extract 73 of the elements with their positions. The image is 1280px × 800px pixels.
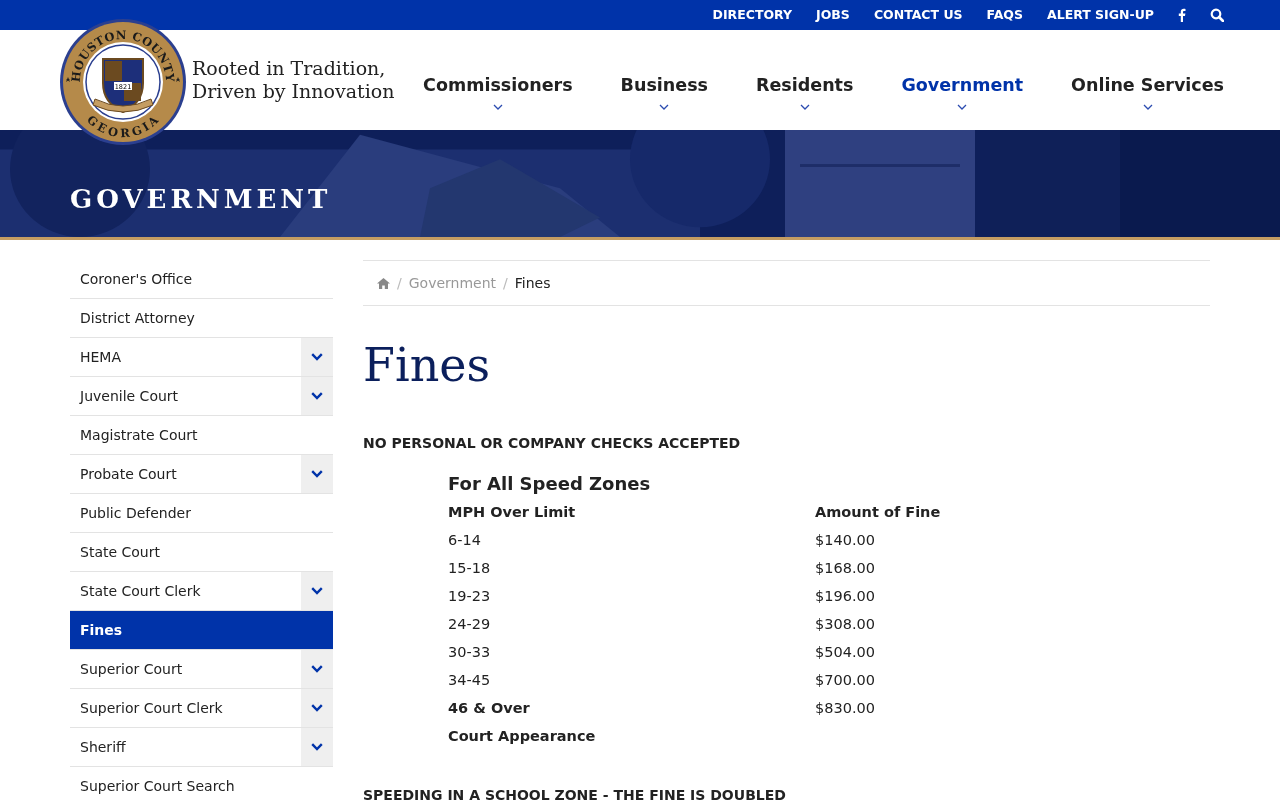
sidebar-item[interactable]: Probate Court [70,455,301,493]
top-link[interactable]: CONTACT US [873,5,963,25]
sidebar-item[interactable]: Superior Court Clerk [70,689,301,727]
column-header: MPH Over Limit [448,503,576,520]
expand-button[interactable] [301,572,333,610]
chevron-down-icon [799,104,810,110]
sidebar-item[interactable]: HEMA [70,338,301,376]
chevron-down-icon [311,353,323,361]
sidebar-item[interactable]: Fines [70,611,333,649]
chevron-down-icon [957,104,968,110]
sidebar-item[interactable]: State Court [70,533,333,571]
tagline-text: Rooted in Tradition, [192,57,387,80]
search-icon[interactable] [1210,8,1224,22]
main-nav-tab[interactable]: Commissioners [423,71,573,110]
main-nav-tab[interactable]: Residents [756,71,854,110]
table-cell: $700.00 [815,671,875,688]
expand-button[interactable] [301,650,333,688]
table-cell: $504.00 [815,643,875,660]
chevron-down-icon [1142,104,1153,110]
column-header: Amount of Fine [815,503,941,520]
chevron-down-icon [311,470,323,478]
top-link[interactable]: ALERT SIGN-UP [1047,5,1154,25]
sidebar-item[interactable]: Public Defender [70,494,333,532]
chevron-down-icon [311,587,323,595]
expand-button[interactable] [301,455,333,493]
tagline-text: Driven by Innovation [192,80,395,103]
expand-button[interactable] [301,377,333,415]
top-link[interactable]: DIRECTORY [712,5,793,25]
table-cell: $168.00 [815,559,875,576]
expand-button[interactable] [301,728,333,766]
sidebar-item[interactable]: Magistrate Court [70,416,333,454]
chevron-down-icon [492,104,503,110]
main-nav-tab[interactable]: Online Services [1071,71,1224,110]
chevron-down-icon [311,743,323,751]
table-cell: 46 & Over [448,699,530,716]
table-cell: 30-33 [448,643,491,660]
page-title: Fines [363,340,492,391]
table-cell: Court Appearance [448,727,596,744]
notice-text: SPEEDING IN A SCHOOL ZONE - THE FINE IS DOUBLED [363,785,787,800]
sidebar-item[interactable]: State Court Clerk [70,572,301,610]
breadcrumb-separator: / [503,273,508,293]
chevron-down-icon [311,392,323,400]
section-title: GOVERNMENT [70,184,332,216]
table-title: For All Speed Zones [448,471,652,496]
table-cell: 15-18 [448,559,491,576]
breadcrumb-separator: / [397,273,402,293]
top-link[interactable]: FAQS [986,5,1023,25]
sidebar-item[interactable]: Superior Court Search [70,767,333,800]
sidebar-item[interactable]: Superior Court [70,650,301,688]
expand-button[interactable] [301,338,333,376]
sidebar-item[interactable]: District Attorney [70,299,333,337]
sidebar-item[interactable]: Sheriff [70,728,301,766]
table-cell: $196.00 [815,587,875,604]
table-cell: $140.00 [815,531,875,548]
table-cell: 19-23 [448,587,491,604]
chevron-down-icon [311,704,323,712]
chevron-down-icon [659,104,670,110]
table-cell: $830.00 [815,699,875,716]
sidebar-item[interactable]: Coroner's Office [70,260,333,298]
table-cell: 6-14 [448,531,481,548]
breadcrumb-current: Fines [514,273,551,293]
facebook-icon[interactable] [1178,8,1186,22]
table-cell: 24-29 [448,615,491,632]
main-nav-tab[interactable]: Government [901,71,1024,110]
chevron-down-icon [311,665,323,673]
home-icon[interactable] [377,277,390,289]
expand-button[interactable] [301,689,333,727]
sidebar-item[interactable]: Juvenile Court [70,377,301,415]
main-nav-tab[interactable]: Business [620,71,708,110]
top-link[interactable]: JOBS [816,5,850,25]
table-cell: $308.00 [815,615,875,632]
table-cell: 34-45 [448,671,491,688]
notice-text: NO PERSONAL OR COMPANY CHECKS ACCEPTED [363,433,742,453]
